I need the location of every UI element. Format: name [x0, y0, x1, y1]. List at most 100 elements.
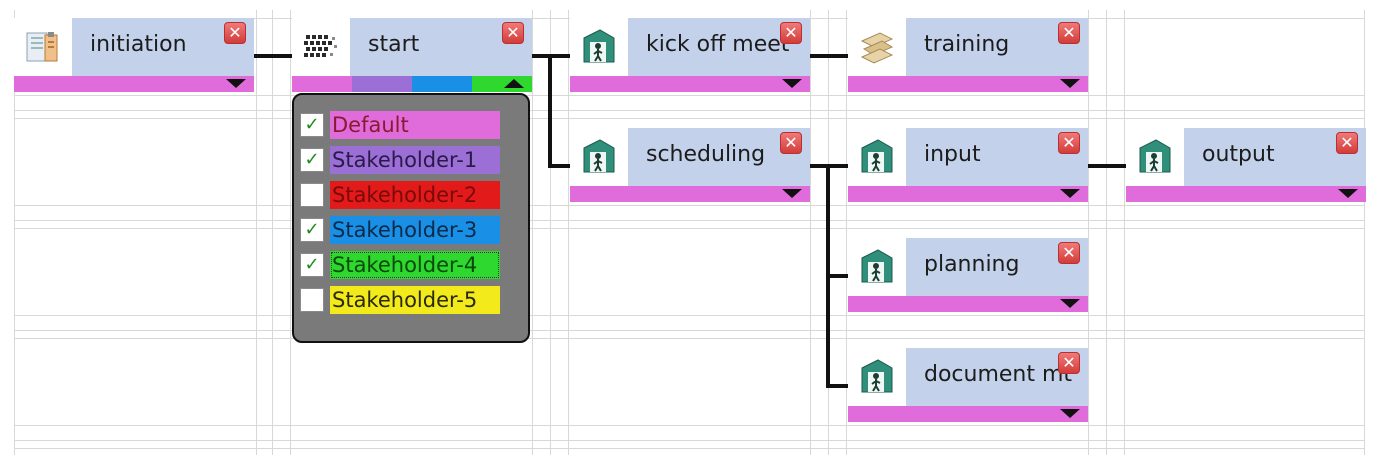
chevron-down-icon[interactable]	[1060, 189, 1080, 198]
option-default[interactable]: ✓ Default	[300, 111, 504, 141]
node-label-cell: input ✕	[906, 128, 1088, 186]
connector	[826, 384, 848, 388]
checkbox[interactable]	[300, 183, 324, 207]
stakeholder-bar[interactable]	[570, 186, 810, 202]
connector	[548, 164, 570, 168]
segment-stakeholder-1	[352, 76, 412, 92]
close-icon[interactable]: ✕	[1058, 132, 1080, 154]
stacked-papers-icon	[848, 18, 906, 76]
checkbox[interactable]: ✓	[300, 253, 324, 277]
grid-line	[1364, 10, 1365, 455]
checkbox[interactable]: ✓	[300, 148, 324, 172]
grid-line	[14, 220, 1364, 221]
checkbox[interactable]: ✓	[300, 113, 324, 137]
grid-line	[290, 10, 291, 455]
node-label-cell: start ✕	[350, 18, 532, 76]
node-label-cell: output ✕	[1184, 128, 1366, 186]
node-label-cell: planning ✕	[906, 238, 1088, 296]
chevron-up-icon[interactable]	[504, 79, 524, 88]
close-icon[interactable]: ✕	[1058, 22, 1080, 44]
chevron-down-icon[interactable]	[1060, 79, 1080, 88]
node-label-cell: initiation ✕	[72, 18, 254, 76]
option-label: Stakeholder-1	[330, 146, 500, 174]
person-door-icon	[848, 238, 906, 296]
option-label: Default	[330, 111, 500, 139]
document-clipboard-icon	[14, 18, 72, 76]
connector	[548, 54, 552, 168]
chevron-down-icon[interactable]	[782, 189, 802, 198]
stakeholder-bar[interactable]	[848, 406, 1088, 422]
stakeholder-bar[interactable]	[848, 76, 1088, 92]
option-stakeholder-2[interactable]: Stakeholder-2	[300, 181, 504, 211]
option-label: Stakeholder-4	[330, 251, 500, 279]
grid-line	[256, 10, 257, 455]
node-scheduling[interactable]: scheduling ✕	[570, 128, 810, 204]
close-icon[interactable]: ✕	[1058, 352, 1080, 374]
grid-line	[14, 315, 1364, 316]
grid-line	[14, 118, 1364, 119]
grid-line	[810, 10, 811, 455]
grid-line	[1106, 10, 1107, 455]
stakeholder-bar[interactable]	[848, 296, 1088, 312]
close-icon[interactable]: ✕	[780, 22, 802, 44]
grid-line	[14, 95, 1364, 96]
node-document-mt[interactable]: document mt ✕	[848, 348, 1088, 424]
node-kick-off-meet[interactable]: kick off meet ✕	[570, 18, 810, 94]
segment-default	[292, 76, 352, 92]
option-stakeholder-1[interactable]: ✓ Stakeholder-1	[300, 146, 504, 176]
node-training[interactable]: training ✕	[848, 18, 1088, 94]
grid-line	[14, 110, 1364, 111]
grid-line	[532, 10, 533, 455]
option-label: Stakeholder-2	[330, 181, 500, 209]
chevron-down-icon[interactable]	[1060, 299, 1080, 308]
node-input[interactable]: input ✕	[848, 128, 1088, 204]
grid-line	[14, 425, 1364, 426]
close-icon[interactable]: ✕	[1336, 132, 1358, 154]
person-door-icon	[570, 18, 628, 76]
workflow-canvas: initiation ✕ start ✕ kick off meet ✕ tra…	[0, 0, 1378, 463]
segment-stakeholder-3	[412, 76, 472, 92]
grid-line	[14, 228, 1364, 229]
node-output[interactable]: output ✕	[1126, 128, 1366, 204]
chevron-down-icon[interactable]	[226, 79, 246, 88]
checkbox[interactable]	[300, 288, 324, 312]
node-start[interactable]: start ✕	[292, 18, 532, 94]
option-label: Stakeholder-5	[330, 286, 500, 314]
grid-line	[1088, 10, 1089, 455]
option-stakeholder-3[interactable]: ✓ Stakeholder-3	[300, 216, 504, 246]
close-icon[interactable]: ✕	[1058, 242, 1080, 264]
stakeholder-bar[interactable]	[570, 76, 810, 92]
stakeholder-bar[interactable]	[1126, 186, 1366, 202]
node-label-cell: training ✕	[906, 18, 1088, 76]
grid-line	[14, 448, 1364, 449]
node-label-cell: document mt ✕	[906, 348, 1088, 406]
matrix-grid-icon	[292, 18, 350, 76]
grid-line	[1124, 10, 1125, 455]
chevron-down-icon[interactable]	[1338, 189, 1358, 198]
close-icon[interactable]: ✕	[780, 132, 802, 154]
stakeholder-bar[interactable]	[14, 76, 254, 92]
connector	[826, 274, 848, 278]
grid-line	[14, 440, 1364, 441]
option-stakeholder-4[interactable]: ✓ Stakeholder-4	[300, 251, 504, 281]
option-stakeholder-5[interactable]: Stakeholder-5	[300, 286, 504, 316]
option-label: Stakeholder-3	[330, 216, 500, 244]
stakeholder-bar[interactable]	[848, 186, 1088, 202]
person-door-icon	[848, 348, 906, 406]
person-door-icon	[570, 128, 628, 186]
grid-line	[568, 10, 569, 455]
grid-line	[14, 205, 1364, 206]
chevron-down-icon[interactable]	[1060, 409, 1080, 418]
person-door-icon	[1126, 128, 1184, 186]
node-initiation[interactable]: initiation ✕	[14, 18, 254, 94]
close-icon[interactable]: ✕	[502, 22, 524, 44]
stakeholder-popup: ✓ Default ✓ Stakeholder-1 Stakeholder-2 …	[292, 93, 530, 343]
stakeholder-bar[interactable]	[292, 76, 532, 92]
node-planning[interactable]: planning ✕	[848, 238, 1088, 314]
checkbox[interactable]: ✓	[300, 218, 324, 242]
chevron-down-icon[interactable]	[782, 79, 802, 88]
person-door-icon	[848, 128, 906, 186]
close-icon[interactable]: ✕	[224, 22, 246, 44]
grid-line	[14, 330, 1364, 331]
grid-line	[272, 10, 273, 455]
